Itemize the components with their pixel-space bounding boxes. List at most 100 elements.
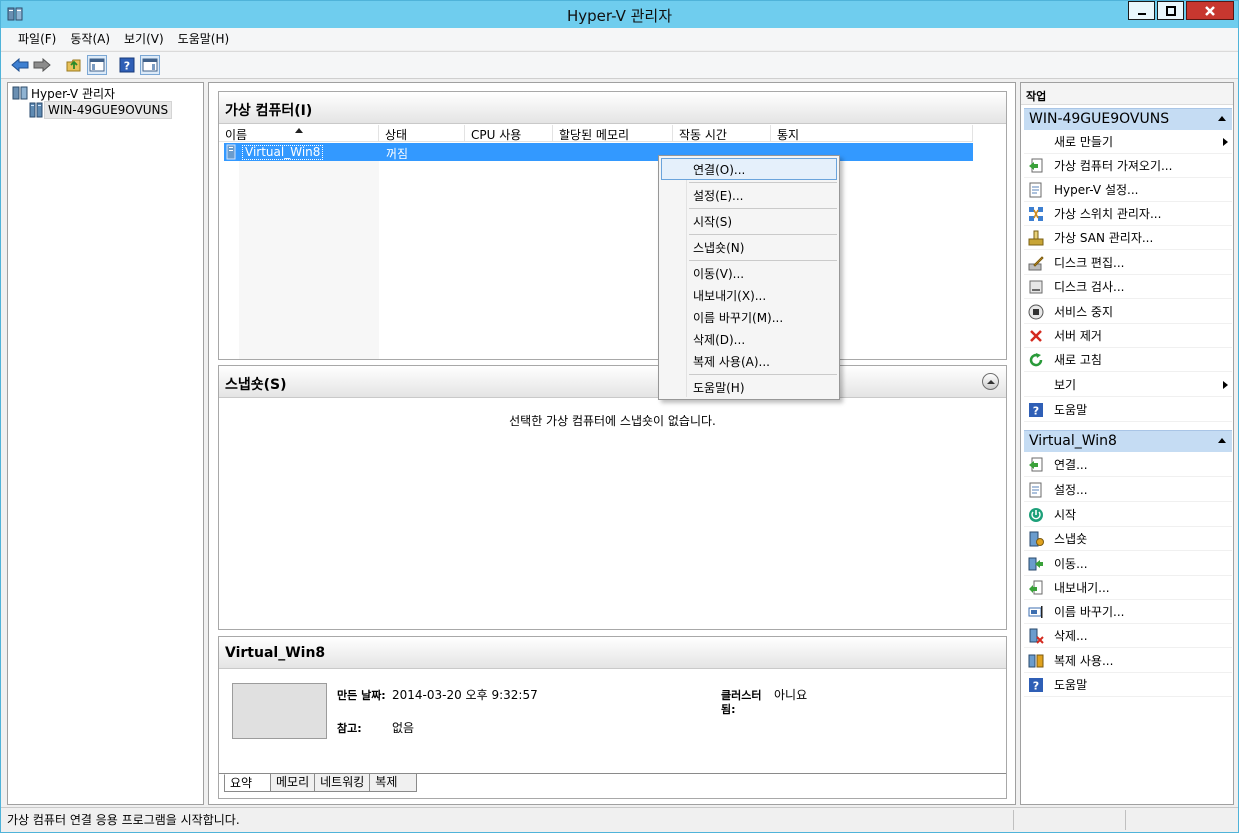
context-item-export[interactable]: 내보내기(X)... bbox=[661, 284, 837, 306]
details-tabs: 요약 메모리 네트워킹 복제 bbox=[224, 774, 418, 792]
action-vm-snapshot[interactable]: 스냅숏 bbox=[1024, 527, 1232, 551]
collapse-caret-icon[interactable] bbox=[1218, 438, 1226, 443]
actions-section-server[interactable]: WIN-49GUE9OVUNS bbox=[1024, 108, 1232, 130]
svg-text:?: ? bbox=[1033, 404, 1039, 417]
close-button[interactable] bbox=[1186, 1, 1234, 20]
toolbar: ? bbox=[1, 51, 1238, 79]
action-vm-start[interactable]: 시작 bbox=[1024, 503, 1232, 527]
move-icon bbox=[1028, 556, 1044, 572]
vm-details-title: Virtual_Win8 bbox=[219, 637, 1006, 669]
forward-button[interactable] bbox=[32, 55, 52, 75]
context-item-move[interactable]: 이동(V)... bbox=[661, 262, 837, 284]
center-pane: 가상 컴퓨터(I) 이름 상태 CPU 사용 할당된 메모리 작동 시간 통지 … bbox=[208, 82, 1016, 805]
help-icon: ? bbox=[119, 57, 135, 73]
column-header-cpu[interactable]: CPU 사용 bbox=[465, 125, 553, 142]
menu-view[interactable]: 보기(V) bbox=[117, 28, 171, 50]
action-new[interactable]: 새로 만들기 bbox=[1024, 130, 1232, 154]
status-text: 가상 컴퓨터 연결 응용 프로그램을 시작합니다. bbox=[7, 813, 240, 827]
action-inspect-disk[interactable]: 디스크 검사... bbox=[1024, 275, 1232, 299]
action-virtual-san-manager[interactable]: 가상 SAN 관리자... bbox=[1024, 226, 1232, 250]
network-switch-icon bbox=[1028, 206, 1044, 222]
context-item-delete[interactable]: 삭제(D)... bbox=[661, 328, 837, 350]
action-vm-rename[interactable]: 이름 바꾸기... bbox=[1024, 600, 1232, 624]
menu-help[interactable]: 도움말(H) bbox=[171, 28, 237, 50]
hyperv-manager-icon bbox=[12, 86, 28, 100]
action-vm-export[interactable]: 내보내기... bbox=[1024, 576, 1232, 600]
action-stop-service[interactable]: 서비스 중지 bbox=[1024, 300, 1232, 324]
column-header-name[interactable]: 이름 bbox=[219, 125, 379, 142]
context-separator bbox=[689, 208, 837, 209]
context-item-rename[interactable]: 이름 바꾸기(M)... bbox=[661, 306, 837, 328]
show-hide-action-pane-icon bbox=[142, 58, 158, 72]
column-header-memory[interactable]: 할당된 메모리 bbox=[553, 125, 673, 142]
tab-replication[interactable]: 복제 bbox=[369, 774, 418, 792]
help-button[interactable]: ? bbox=[117, 55, 137, 75]
stop-service-icon bbox=[1028, 304, 1044, 320]
tree-item-hyperv-root[interactable]: Hyper-V 관리자 bbox=[12, 84, 118, 102]
details-body: 만든 날짜: 2014-03-20 오후 9:32:57 참고: 없음 클러스터… bbox=[219, 670, 1006, 798]
menu-file[interactable]: 파일(F) bbox=[11, 28, 63, 50]
action-help-server[interactable]: ? 도움말 bbox=[1024, 398, 1232, 422]
context-item-settings[interactable]: 설정(E)... bbox=[661, 184, 837, 206]
created-label: 만든 날짜: bbox=[337, 689, 386, 702]
action-vm-move[interactable]: 이동... bbox=[1024, 552, 1232, 576]
tree-item-server[interactable]: WIN-49GUE9OVUNS bbox=[28, 101, 173, 119]
action-remove-server[interactable]: 서버 제거 bbox=[1024, 324, 1232, 348]
action-import-vm[interactable]: 가상 컴퓨터 가져오기... bbox=[1024, 154, 1232, 178]
actions-pane: 작업 WIN-49GUE9OVUNS 새로 만들기 가상 컴퓨터 가져오기...… bbox=[1020, 82, 1234, 805]
vm-context-menu: 연결(O)... 설정(E)... 시작(S) 스냅숏(N) 이동(V)... … bbox=[658, 155, 840, 400]
action-view[interactable]: 보기 bbox=[1024, 373, 1232, 397]
collapse-caret-icon[interactable] bbox=[1218, 116, 1226, 121]
column-header-uptime[interactable]: 작동 시간 bbox=[673, 125, 771, 142]
action-vm-connect[interactable]: 연결... bbox=[1024, 453, 1232, 477]
action-help-vm[interactable]: ? 도움말 bbox=[1024, 673, 1232, 697]
minimize-icon bbox=[1137, 12, 1146, 15]
collapse-snapshots-button[interactable] bbox=[982, 373, 999, 390]
no-snapshots-message: 선택한 가상 컴퓨터에 스냅숏이 없습니다. bbox=[509, 414, 716, 428]
title-bar[interactable]: Hyper-V 관리자 bbox=[1, 1, 1238, 28]
tab-networking[interactable]: 네트워킹 bbox=[314, 774, 371, 792]
action-virtual-switch-manager[interactable]: 가상 스위치 관리자... bbox=[1024, 202, 1232, 226]
action-vm-settings[interactable]: 설정... bbox=[1024, 478, 1232, 502]
context-item-start[interactable]: 시작(S) bbox=[661, 210, 837, 232]
column-header-notification[interactable]: 통지 bbox=[771, 125, 973, 142]
settings-document-icon bbox=[1028, 182, 1044, 198]
tree-item-label: WIN-49GUE9OVUNS bbox=[44, 101, 173, 119]
maximize-button[interactable] bbox=[1157, 1, 1184, 20]
action-vm-enable-replication[interactable]: 복제 사용... bbox=[1024, 649, 1232, 673]
minimize-button[interactable] bbox=[1128, 1, 1155, 20]
context-item-snapshot[interactable]: 스냅숏(N) bbox=[661, 236, 837, 258]
virtual-machines-title: 가상 컴퓨터(I) bbox=[219, 92, 1006, 124]
context-separator bbox=[689, 234, 837, 235]
tree-item-label: Hyper-V 관리자 bbox=[31, 86, 116, 101]
power-icon bbox=[1028, 507, 1044, 523]
up-level-button[interactable] bbox=[64, 55, 84, 75]
close-icon bbox=[1205, 5, 1215, 16]
context-item-help[interactable]: 도움말(H) bbox=[661, 376, 837, 398]
actions-title: 작업 bbox=[1021, 83, 1233, 105]
actions-section-vm[interactable]: Virtual_Win8 bbox=[1024, 430, 1232, 452]
menu-action[interactable]: 동작(A) bbox=[63, 28, 117, 50]
navigation-tree-pane[interactable]: Hyper-V 관리자 WIN-49GUE9OVUNS bbox=[7, 82, 204, 805]
vm-row-virtual-win8[interactable]: Virtual_Win8 꺼짐 bbox=[224, 143, 973, 161]
action-refresh[interactable]: 새로 고침 bbox=[1024, 348, 1232, 372]
submenu-arrow-icon bbox=[1223, 138, 1228, 146]
context-separator bbox=[689, 374, 837, 375]
snapshots-title: 스냅숏(S) bbox=[219, 366, 1006, 398]
snapshots-panel: 스냅숏(S) 선택한 가상 컴퓨터에 스냅숏이 없습니다. bbox=[218, 365, 1007, 630]
action-vm-delete[interactable]: 삭제... bbox=[1024, 624, 1232, 648]
show-hide-tree-button[interactable] bbox=[87, 55, 107, 75]
show-hide-action-pane-button[interactable] bbox=[140, 55, 160, 75]
context-item-connect[interactable]: 연결(O)... bbox=[661, 158, 837, 180]
action-hyperv-settings[interactable]: Hyper-V 설정... bbox=[1024, 178, 1232, 202]
maximize-icon bbox=[1165, 5, 1176, 16]
back-button[interactable] bbox=[10, 55, 30, 75]
show-hide-tree-icon bbox=[89, 58, 105, 72]
action-edit-disk[interactable]: 디스크 편집... bbox=[1024, 251, 1232, 275]
vm-state-cell: 꺼짐 bbox=[386, 147, 409, 161]
tab-summary[interactable]: 요약 bbox=[224, 774, 271, 792]
tab-memory[interactable]: 메모리 bbox=[270, 774, 316, 792]
svg-text:?: ? bbox=[124, 60, 130, 73]
column-header-state[interactable]: 상태 bbox=[379, 125, 465, 142]
context-item-enable-replication[interactable]: 복제 사용(A)... bbox=[661, 350, 837, 372]
